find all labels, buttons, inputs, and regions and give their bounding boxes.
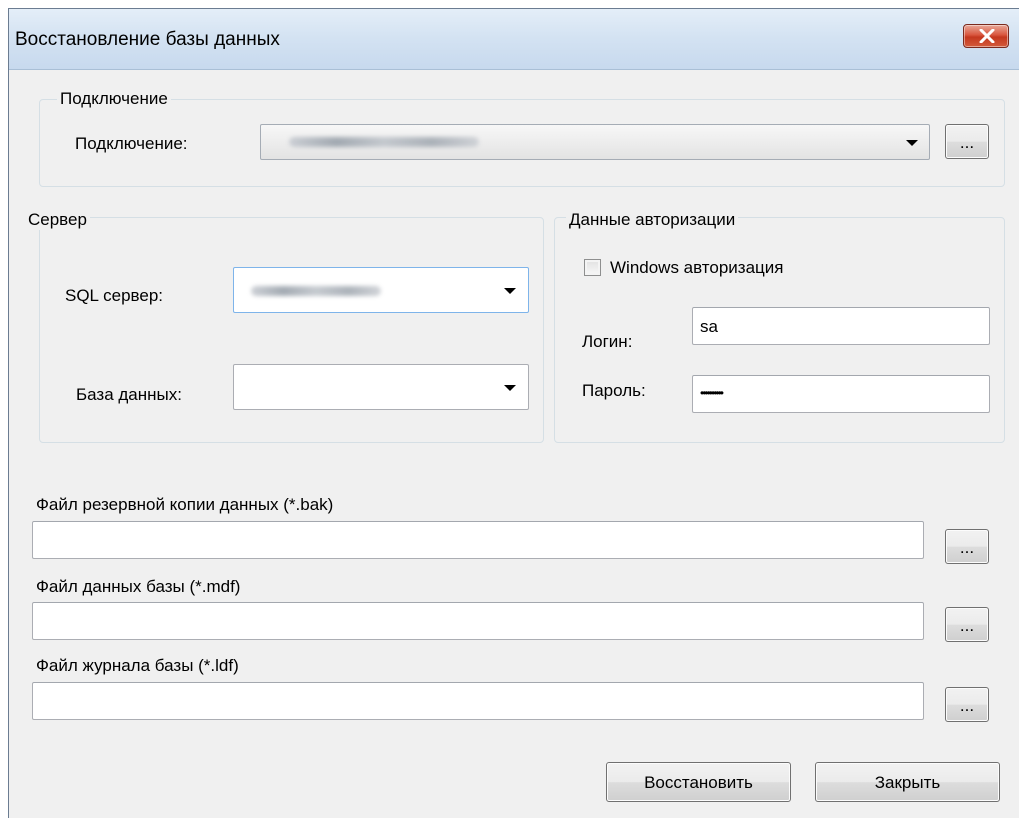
login-input[interactable]: sa: [692, 307, 990, 345]
windows-auth-checkbox[interactable]: [584, 259, 601, 276]
ldf-file-input[interactable]: [32, 682, 924, 720]
restore-database-dialog: Восстановление базы данных Подключение П…: [8, 8, 1019, 818]
mdf-browse-button[interactable]: ...: [945, 607, 989, 642]
mdf-file-label: Файл данных базы (*.mdf): [36, 577, 241, 596]
ldf-browse-button[interactable]: ...: [945, 687, 989, 722]
sql-server-value-blurred: [251, 286, 381, 296]
restore-button[interactable]: Восстановить: [606, 762, 791, 802]
connection-group-legend: Подключение: [57, 89, 171, 109]
chevron-down-icon: [504, 288, 516, 294]
database-label: База данных:: [76, 385, 182, 404]
chevron-down-icon: [906, 140, 918, 146]
connection-select[interactable]: [260, 124, 930, 160]
title-bar[interactable]: Восстановление базы данных: [9, 9, 1019, 70]
ldf-file-label: Файл журнала базы (*.ldf): [36, 656, 239, 675]
bak-file-input[interactable]: [32, 521, 924, 559]
bak-browse-button[interactable]: ...: [945, 529, 989, 564]
connection-browse-button[interactable]: ...: [945, 124, 989, 159]
login-label: Логин:: [582, 332, 633, 351]
connection-value-blurred: [289, 137, 479, 147]
close-button[interactable]: Закрыть: [815, 762, 1000, 802]
bak-file-label: Файл резервной копии данных (*.bak): [36, 495, 334, 514]
database-select[interactable]: [233, 364, 529, 410]
password-label: Пароль:: [582, 381, 646, 400]
auth-group-legend: Данные авторизации: [566, 210, 739, 230]
close-icon: [979, 29, 995, 43]
connection-label: Подключение:: [75, 134, 188, 153]
password-input[interactable]: ••••••••••: [692, 375, 990, 413]
close-window-button[interactable]: [963, 24, 1009, 48]
windows-auth-label[interactable]: Windows авторизация: [610, 258, 784, 278]
sql-server-label: SQL сервер:: [65, 286, 163, 305]
server-group-legend: Сервер: [25, 210, 90, 230]
mdf-file-input[interactable]: [32, 602, 924, 640]
window-title: Восстановление базы данных: [15, 29, 280, 50]
chevron-down-icon: [504, 385, 516, 391]
sql-server-select[interactable]: [233, 267, 529, 313]
